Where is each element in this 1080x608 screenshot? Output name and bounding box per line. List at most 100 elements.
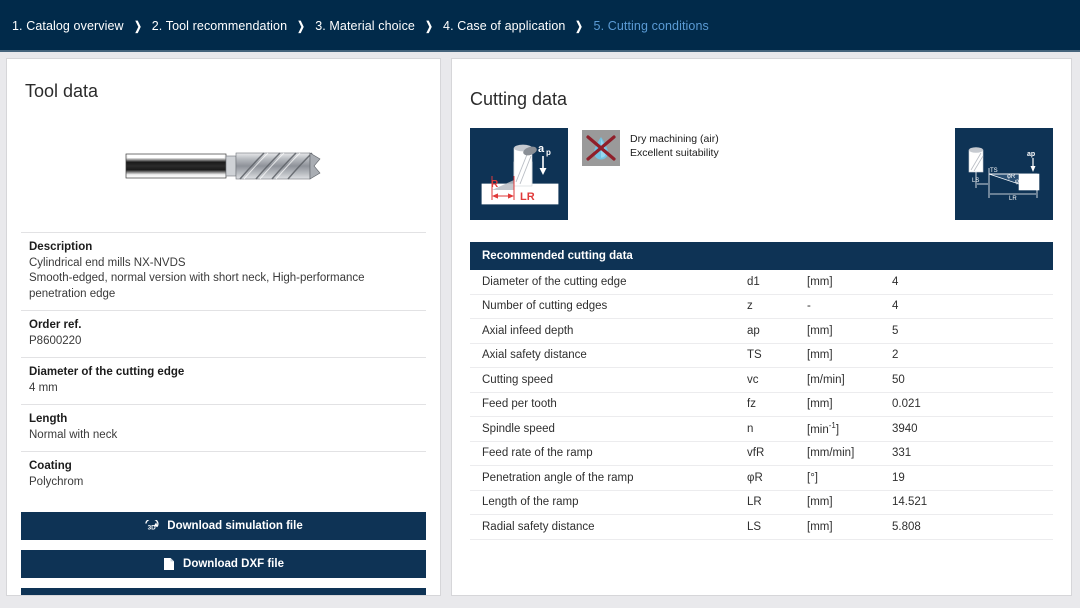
top-navigation-bar: 1. Catalog overview ❯ 2. Tool recommendati…	[0, 0, 1080, 52]
row-unit: [mm]	[807, 520, 833, 533]
row-value: 14.521	[892, 496, 928, 509]
dry-machining-text: Dry machining (air) Excellent suitabilit…	[630, 130, 719, 160]
row-parameter-name: Spindle speed	[482, 422, 555, 435]
table-header: Recommended cutting data	[470, 242, 1053, 270]
svg-text:TS: TS	[990, 168, 998, 174]
download-dxf-file-button[interactable]: Download DXF file	[21, 550, 426, 579]
svg-text:a: a	[538, 143, 545, 155]
row-parameter-name: Feed rate of the ramp	[482, 447, 593, 460]
breadcrumb-separator-icon: ❯	[297, 19, 305, 33]
spec-label: Order ref.	[29, 319, 82, 332]
3d-icon: 3D	[144, 519, 159, 533]
svg-text:LR: LR	[1009, 196, 1017, 202]
breadcrumb-separator-icon: ❯	[133, 19, 142, 33]
breadcrumb-separator-icon: ❯	[575, 19, 584, 33]
page-body: Tool data Description Cylindrical end mi…	[0, 52, 1080, 608]
ramp-geometry-diagram: LS TS LR φR φR ap	[955, 128, 1053, 220]
table-row: Number of cutting edges z - 4	[470, 295, 1053, 319]
breadcrumb-item-1[interactable]: 1. Catalog overview	[12, 19, 124, 33]
table-row: Axial infeed depth ap [mm] 5	[470, 319, 1053, 344]
tool-data-title: Tool data	[25, 81, 99, 101]
row-value: 0.021	[892, 398, 921, 411]
svg-text:p: p	[546, 148, 551, 157]
buy-product-online-button[interactable]: Buy product online	[21, 588, 426, 596]
svg-text:LR: LR	[520, 191, 535, 203]
row-parameter-name: Number of cutting edges	[482, 300, 608, 313]
row-parameter-name: Length of the ramp	[482, 496, 579, 509]
table-row: Feed rate of the ramp vfR [mm/min] 331	[470, 442, 1053, 466]
spec-value: Cylindrical end mills NX-NVDS Smooth-edge…	[29, 256, 365, 300]
row-parameter-name: Diameter of the cutting edge	[482, 275, 627, 288]
cutting-data-panel: Cutting data a p φ R LR Dry machining (a…	[451, 58, 1072, 596]
tool-data-panel: Tool data Description Cylindrical end mi…	[6, 58, 441, 596]
breadcrumb-item-2[interactable]: 2. Tool recommendation	[152, 19, 287, 33]
spec-label: Length	[29, 413, 68, 426]
table-row: Feed per tooth fz [mm] 0.021	[470, 393, 1053, 417]
row-parameter-name: Radial safety distance	[482, 520, 595, 533]
table-row: Diameter of the cutting edge d1 [mm] 4	[470, 270, 1053, 295]
row-unit: [min-1]	[807, 421, 840, 437]
row-symbol: d1	[747, 275, 760, 288]
row-parameter-name: Penetration angle of the ramp	[482, 471, 634, 484]
download-simulation-file-button[interactable]: 3D Download simulation file	[21, 512, 426, 541]
shopping-cart-icon	[159, 595, 175, 596]
dry-machining-info: Dry machining (air) Excellent suitabilit…	[582, 130, 719, 166]
row-symbol: z	[747, 300, 753, 313]
row-symbol: TS	[747, 349, 762, 362]
dry-machining-line2: Excellent suitability	[630, 147, 719, 160]
row-value: 4	[892, 275, 899, 288]
dry-machining-icon	[582, 130, 620, 166]
breadcrumb-item-5[interactable]: 5. Cutting conditions	[594, 19, 709, 33]
row-unit: [mm]	[807, 349, 833, 362]
button-label: Download DXF file	[183, 558, 284, 571]
svg-text:3D: 3D	[148, 524, 157, 531]
row-unit: [mm]	[807, 275, 833, 288]
row-symbol: vc	[747, 373, 759, 386]
row-value: 5.808	[892, 520, 921, 533]
spec-item: Description Cylindrical end mills NX-NVDS…	[21, 232, 426, 310]
svg-text:R: R	[491, 179, 499, 190]
spec-item: Order ref. P8600220	[21, 310, 426, 357]
table-row: Cutting speed vc [m/min] 50	[470, 368, 1053, 393]
row-symbol: n	[747, 422, 754, 435]
row-value: 3940	[892, 422, 918, 435]
spec-value: Polychrom	[29, 475, 84, 488]
breadcrumb: 1. Catalog overview ❯ 2. Tool recommendati…	[12, 19, 709, 33]
row-value: 4	[892, 300, 899, 313]
row-symbol: LS	[747, 520, 762, 533]
svg-text:φR: φR	[1007, 174, 1016, 180]
row-symbol: ap	[747, 324, 760, 337]
row-value: 5	[892, 324, 899, 337]
table-row: Length of the ramp LR [mm] 14.521	[470, 491, 1053, 515]
spec-label: Coating	[29, 460, 72, 473]
svg-text:LS: LS	[972, 178, 979, 184]
tool-action-buttons: 3D Download simulation file Download DXF f…	[21, 512, 426, 596]
row-symbol: φR	[747, 471, 763, 484]
ramp-entry-diagram: a p φ R LR	[470, 128, 568, 220]
tool-image	[7, 110, 440, 222]
spec-value: 4 mm	[29, 381, 58, 394]
row-parameter-name: Feed per tooth	[482, 398, 557, 411]
breadcrumb-item-4[interactable]: 4. Case of application	[443, 19, 565, 33]
button-label: Download simulation file	[167, 520, 303, 533]
svg-text:ap: ap	[1027, 151, 1035, 158]
breadcrumb-item-3[interactable]: 3. Material choice	[315, 19, 415, 33]
row-value: 50	[892, 373, 905, 386]
spec-item: Coating Polychrom	[21, 451, 426, 498]
row-unit: [mm/min]	[807, 447, 855, 460]
row-unit: [°]	[807, 471, 818, 484]
table-row: Penetration angle of the ramp φR [°] 19	[470, 466, 1053, 491]
document-icon	[163, 557, 175, 571]
spec-label: Description	[29, 241, 93, 253]
spec-value: P8600220	[29, 334, 82, 347]
recommended-cutting-data-table: Recommended cutting data Diameter of the…	[470, 242, 1053, 540]
table-rows: Diameter of the cutting edge d1 [mm] 4 Numbe…	[470, 270, 1053, 540]
svg-text:φR: φR	[1015, 179, 1024, 185]
cutting-data-title: Cutting data	[470, 89, 568, 109]
breadcrumb-separator-icon: ❯	[425, 19, 433, 33]
svg-text:φ: φ	[484, 182, 490, 192]
spec-item: Diameter of the cutting edge 4 mm	[21, 357, 426, 404]
row-parameter-name: Cutting speed	[482, 373, 553, 386]
row-unit: [mm]	[807, 398, 833, 411]
diagram-row: a p φ R LR Dry machining (air) Excellent…	[452, 110, 1071, 220]
